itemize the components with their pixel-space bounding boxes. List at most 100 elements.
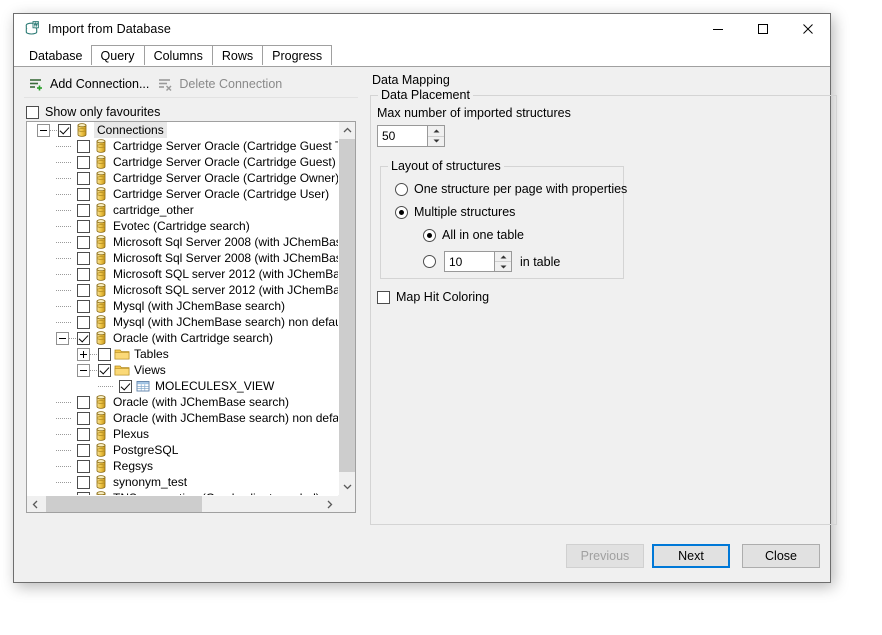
tree-node-checkbox[interactable] xyxy=(77,204,90,217)
delete-connection-button[interactable]: Delete Connection xyxy=(155,73,288,95)
chevron-left-icon[interactable] xyxy=(27,496,44,512)
radio-all-in-one-table-row[interactable]: All in one table xyxy=(423,228,524,242)
delete-connection-icon xyxy=(157,76,175,92)
tab-rows[interactable]: Rows xyxy=(212,45,263,66)
radio-all-in-one-table[interactable] xyxy=(423,229,436,242)
tree-node[interactable]: Microsoft SQL server 2012 (with JChemBas… xyxy=(27,282,338,298)
spin-up-icon[interactable] xyxy=(495,252,511,262)
spin-down-icon[interactable] xyxy=(495,262,511,271)
tree-vscroll-thumb[interactable] xyxy=(339,139,356,472)
maximize-icon[interactable] xyxy=(740,14,785,44)
tree-node[interactable]: Cartridge Server Oracle (Cartridge Owner… xyxy=(27,170,338,186)
show-only-favourites-row[interactable]: Show only favourites xyxy=(22,102,360,122)
tab-database[interactable]: Database xyxy=(20,45,92,66)
tree-expander-minus-icon[interactable] xyxy=(56,332,69,345)
tab-columns[interactable]: Columns xyxy=(144,45,213,66)
next-button[interactable]: Next xyxy=(652,544,730,568)
tree-node-checkbox[interactable] xyxy=(77,220,90,233)
tree-node-checkbox[interactable] xyxy=(77,396,90,409)
chevron-down-icon[interactable] xyxy=(339,478,356,495)
radio-n-in-table[interactable] xyxy=(423,255,436,268)
tree-horizontal-scrollbar[interactable] xyxy=(27,495,338,512)
tree-node[interactable]: Mysql (with JChemBase search) xyxy=(27,298,338,314)
tree-node-checkbox[interactable] xyxy=(77,252,90,265)
radio-multiple-structures[interactable] xyxy=(395,206,408,219)
tree-node-checkbox[interactable] xyxy=(77,188,90,201)
show-only-favourites-label: Show only favourites xyxy=(45,105,160,119)
tree-node-checkbox[interactable] xyxy=(77,172,90,185)
max-structures-spinner[interactable]: 50 xyxy=(377,125,445,147)
tree-node[interactable]: Cartridge Server Oracle (Cartridge Guest… xyxy=(27,154,338,170)
tree-node[interactable]: Oracle (with JChemBase search) non defau… xyxy=(27,410,338,426)
tree-node[interactable]: Oracle (with JChemBase search) xyxy=(27,394,338,410)
tree-node[interactable]: Regsys xyxy=(27,458,338,474)
tree-node[interactable]: Cartridge Server Oracle (Cartridge User) xyxy=(27,186,338,202)
tree-node[interactable]: Evotec (Cartridge search) xyxy=(27,218,338,234)
tree-node[interactable]: cartridge_other xyxy=(27,202,338,218)
tree-node-checkbox[interactable] xyxy=(58,124,71,137)
radio-multiple-structures-row[interactable]: Multiple structures xyxy=(395,205,515,219)
tree-node[interactable]: Microsoft Sql Server 2008 (with JChemBas… xyxy=(27,250,338,266)
tree-node-checkbox[interactable] xyxy=(77,476,90,489)
tree-hscroll-thumb[interactable] xyxy=(46,496,202,512)
tree-node[interactable]: Mysql (with JChemBase search) non defaul… xyxy=(27,314,338,330)
data-mapping-pane: Data Mapping Data Placement Max number o… xyxy=(370,73,840,531)
show-only-favourites-checkbox[interactable] xyxy=(26,106,39,119)
tree-expander-plus-icon[interactable] xyxy=(77,348,90,361)
tree-node-checkbox[interactable] xyxy=(77,412,90,425)
tree-node-checkbox[interactable] xyxy=(77,428,90,441)
n-in-table-spin-buttons[interactable] xyxy=(494,252,511,271)
tree-node[interactable]: Tables xyxy=(27,346,338,362)
tree-node-checkbox[interactable] xyxy=(77,284,90,297)
tree-node-checkbox[interactable] xyxy=(77,316,90,329)
tree-node-checkbox[interactable] xyxy=(77,156,90,169)
tree-node[interactable]: MOLECULESX_VIEW xyxy=(27,378,338,394)
n-in-table-value[interactable]: 10 xyxy=(445,255,494,269)
tree-node-checkbox[interactable] xyxy=(77,140,90,153)
tree-expander-minus-icon[interactable] xyxy=(77,364,90,377)
tree-node-checkbox[interactable] xyxy=(98,348,111,361)
tree-node-checkbox[interactable] xyxy=(77,332,90,345)
max-structures-spin-buttons[interactable] xyxy=(427,126,444,146)
tree-node-checkbox[interactable] xyxy=(77,444,90,457)
tree-node[interactable]: PostgreSQL xyxy=(27,442,338,458)
tree-node[interactable]: Oracle (with Cartridge search) xyxy=(27,330,338,346)
tab-progress[interactable]: Progress xyxy=(262,45,332,66)
spin-up-icon[interactable] xyxy=(428,126,444,137)
tree-node-checkbox[interactable] xyxy=(77,460,90,473)
map-hit-coloring-row[interactable]: Map Hit Coloring xyxy=(377,290,489,304)
tree-line xyxy=(56,250,64,266)
previous-button[interactable]: Previous xyxy=(566,544,644,568)
max-structures-value[interactable]: 50 xyxy=(378,129,427,143)
tree-node-checkbox[interactable] xyxy=(77,268,90,281)
tree-node-label: Cartridge Server Oracle (Cartridge Guest… xyxy=(113,154,336,170)
tree-node[interactable]: Microsoft SQL server 2012 (with JChemBas… xyxy=(27,266,338,282)
chevron-right-icon[interactable] xyxy=(321,496,338,512)
tab-label: Query xyxy=(101,49,135,63)
tab-query[interactable]: Query xyxy=(91,45,145,66)
spin-down-icon[interactable] xyxy=(428,137,444,147)
chevron-up-icon[interactable] xyxy=(339,122,356,139)
radio-n-in-table-row[interactable]: 10 in table xyxy=(423,251,560,272)
connections-tree[interactable]: ConnectionsCartridge Server Oracle (Cart… xyxy=(26,121,356,513)
tree-node-checkbox[interactable] xyxy=(119,380,132,393)
tree-node[interactable]: Cartridge Server Oracle (Cartridge Guest… xyxy=(27,138,338,154)
tree-node[interactable]: Views xyxy=(27,362,338,378)
radio-one-structure-per-page-row[interactable]: One structure per page with properties xyxy=(395,182,627,196)
map-hit-coloring-checkbox[interactable] xyxy=(377,291,390,304)
tree-node[interactable]: synonym_test xyxy=(27,474,338,490)
tree-node[interactable]: Plexus xyxy=(27,426,338,442)
tree-node[interactable]: Microsoft Sql Server 2008 (with JChemBas… xyxy=(27,234,338,250)
close-icon[interactable] xyxy=(785,14,830,44)
tree-node-checkbox[interactable] xyxy=(98,364,111,377)
tree-node-checkbox[interactable] xyxy=(77,236,90,249)
tree-node-checkbox[interactable] xyxy=(77,300,90,313)
radio-one-structure-per-page[interactable] xyxy=(395,183,408,196)
close-button[interactable]: Close xyxy=(742,544,820,568)
tree-node-connections[interactable]: Connections xyxy=(27,122,338,138)
minimize-icon[interactable] xyxy=(695,14,740,44)
tree-expander-minus-icon[interactable] xyxy=(37,124,50,137)
n-in-table-spinner[interactable]: 10 xyxy=(444,251,512,272)
add-connection-button[interactable]: Add Connection... xyxy=(26,73,155,95)
tree-vertical-scrollbar[interactable] xyxy=(338,122,355,495)
